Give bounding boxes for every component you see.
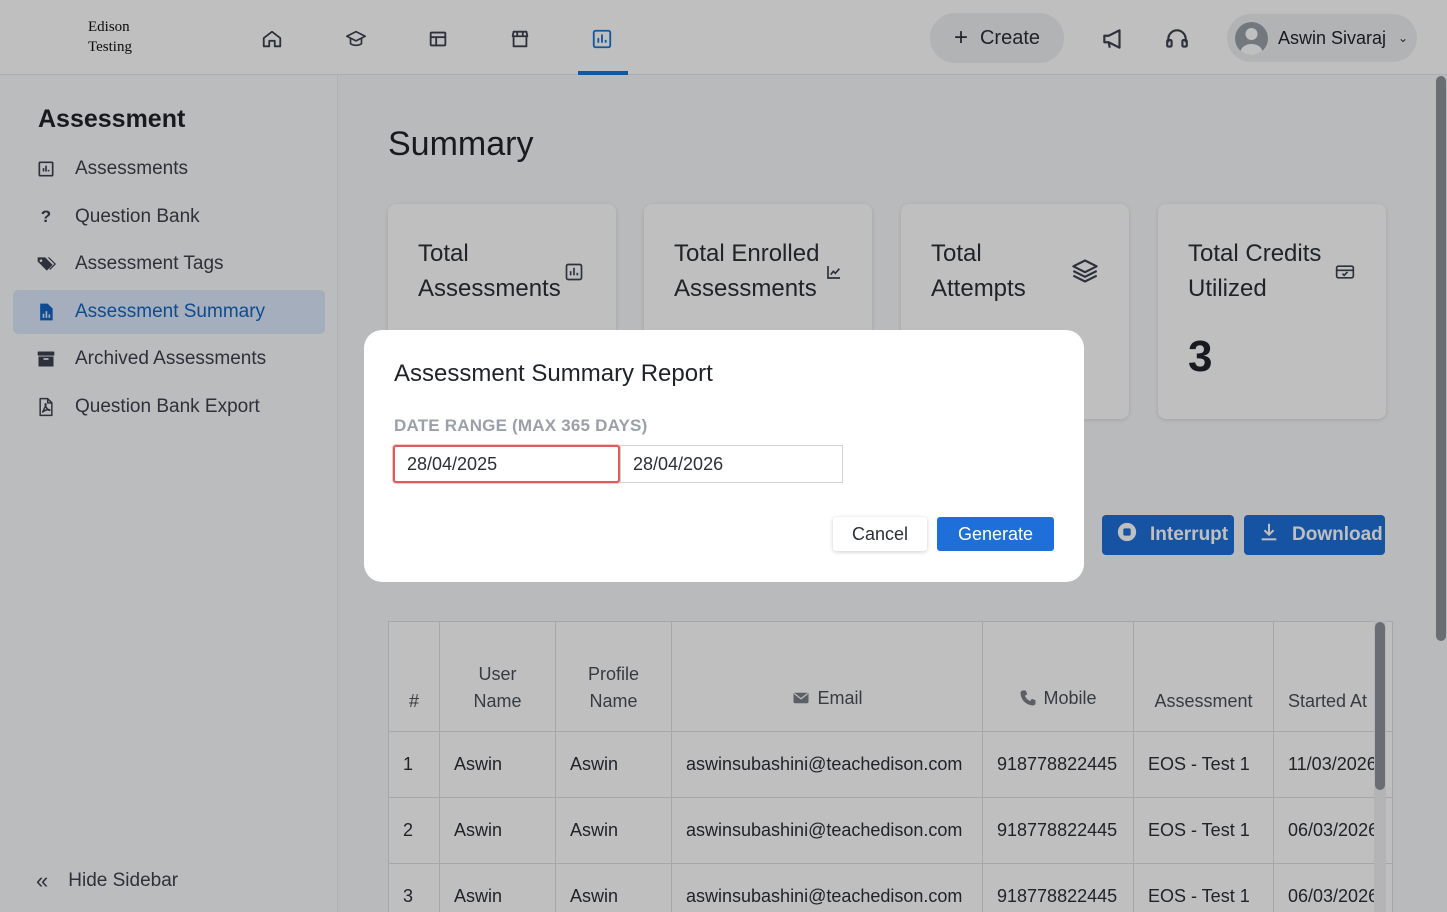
start-date-input[interactable] [393, 445, 620, 483]
cancel-button[interactable]: Cancel [833, 517, 927, 551]
end-date-input[interactable] [620, 445, 843, 483]
dialog-title: Assessment Summary Report [394, 360, 713, 387]
summary-report-dialog: Assessment Summary Report DATE RANGE (MA… [364, 330, 1084, 582]
generate-button[interactable]: Generate [937, 517, 1054, 551]
date-range-label: DATE RANGE (MAX 365 DAYS) [394, 416, 648, 435]
